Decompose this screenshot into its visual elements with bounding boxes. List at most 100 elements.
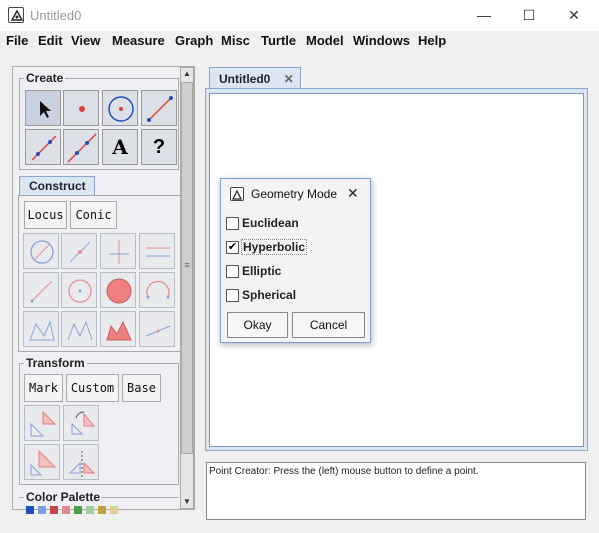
close-window-button[interactable]: ✕ [562,4,586,26]
bisector-icon [30,280,53,303]
okay-button[interactable]: Okay [227,312,288,338]
polygon-tool[interactable] [23,311,59,347]
intersection-icon [145,325,171,337]
color-swatch[interactable] [110,506,118,514]
menu-graph[interactable]: Graph [175,33,213,48]
menu-misc[interactable]: Misc [221,33,250,48]
filled-circle-icon [106,278,132,304]
arc-icon [146,280,170,299]
color-swatch[interactable] [26,506,34,514]
euclidean-label[interactable]: Euclidean [242,216,299,230]
pointer-icon [40,101,51,118]
menu-model[interactable]: Model [306,33,344,48]
ray-tool[interactable] [25,129,61,165]
parallel-tool[interactable] [139,233,175,269]
circle-icon [108,96,134,122]
transform-title: Transform [24,356,87,370]
circle-construct-tool[interactable] [23,233,59,269]
mark-button[interactable]: Mark [24,374,63,402]
scroll-grip-icon: ≡ [184,260,190,270]
circle-center-icon [68,279,92,303]
euclidean-checkbox[interactable] [226,217,239,230]
doc-tab-label: Untitled0 [219,72,271,86]
title-bar [0,0,599,31]
intersection-tool[interactable] [139,311,175,347]
dialog-close-icon[interactable]: ✕ [347,185,359,202]
translate-icon [30,410,57,437]
disk-tool[interactable] [100,272,136,308]
dialog-app-icon [230,187,244,201]
arc-tool[interactable] [139,272,175,308]
menu-help[interactable]: Help [418,33,446,48]
tab-untitled0[interactable]: Untitled0 ✕ [209,67,301,89]
circle-center-tool[interactable] [61,272,97,308]
status-message: Point Creator: Press the (left) mouse bu… [206,462,586,520]
create-title: Create [24,71,66,85]
pointer-tool[interactable] [25,90,61,126]
line-tool[interactable] [63,129,99,165]
midpoint-icon [69,241,91,263]
polygon-icon [29,320,55,341]
line-icon [67,133,97,163]
palette-title: Color Palette [24,490,103,504]
dialog-title: Geometry Mode [251,187,338,201]
locus-button[interactable]: Locus [24,201,67,229]
polyline-tool[interactable] [61,311,97,347]
color-swatch[interactable] [74,506,82,514]
reflect-icon [68,451,96,477]
app-icon [8,7,24,23]
color-swatch[interactable] [50,506,58,514]
hyperbolic-label[interactable]: Hyperbolic [241,239,308,255]
circle-through-icon [30,240,54,264]
rotate-icon [71,411,96,435]
angle-bisector-tool[interactable] [23,272,59,308]
conic-button[interactable]: Conic [70,201,117,229]
elliptic-checkbox[interactable] [226,265,239,278]
window-title: Untitled0 [30,8,82,23]
menu-turtle[interactable]: Turtle [261,33,296,48]
spherical-label[interactable]: Spherical [242,288,296,302]
text-tool[interactable]: A [102,129,138,165]
scroll-up-arrow-icon[interactable]: ▲ [181,68,193,80]
dilate-tool[interactable] [24,444,60,480]
color-swatches [26,506,176,514]
help-tool[interactable]: ? [141,129,177,165]
perpendicular-icon [109,240,129,264]
hyperbolic-checkbox[interactable]: ✔ [226,241,239,254]
point-tool[interactable] [63,90,99,126]
minimize-button[interactable]: — [472,4,496,26]
parallel-icon [146,247,170,257]
polygon-interior-tool[interactable] [100,311,136,347]
color-swatch[interactable] [62,506,70,514]
menu-view[interactable]: View [71,33,100,48]
menu-bar: File Edit View Measure Graph Misc Turtle… [0,31,599,53]
custom-button[interactable]: Custom [66,374,119,402]
base-button[interactable]: Base [122,374,161,402]
perpendicular-tool[interactable] [100,233,136,269]
rotate-tool[interactable] [63,405,99,441]
scroll-down-arrow-icon[interactable]: ▼ [181,496,193,508]
tab-construct[interactable]: Construct [19,176,95,196]
menu-file[interactable]: File [6,33,28,48]
maximize-button[interactable]: ☐ [517,4,541,26]
ray-icon [31,135,57,161]
menu-edit[interactable]: Edit [38,33,63,48]
reflect-tool[interactable] [63,444,99,480]
geometry-mode-dialog: Geometry Mode ✕ Euclidean ✔ Hyperbolic E… [220,178,371,343]
cancel-button[interactable]: Cancel [292,312,365,338]
segment-tool[interactable] [141,90,177,126]
polyline-icon [67,320,93,341]
color-swatch[interactable] [86,506,94,514]
menu-windows[interactable]: Windows [353,33,410,48]
midpoint-tool[interactable] [61,233,97,269]
color-swatch[interactable] [38,506,46,514]
dilate-icon [30,449,57,476]
elliptic-label[interactable]: Elliptic [242,264,281,278]
menu-measure[interactable]: Measure [112,33,165,48]
translate-tool[interactable] [24,405,60,441]
color-swatch[interactable] [98,506,106,514]
doc-tab-close-icon[interactable]: ✕ [284,72,294,86]
point-icon [79,106,85,112]
spherical-checkbox[interactable] [226,289,239,302]
circle-tool[interactable] [102,90,138,126]
